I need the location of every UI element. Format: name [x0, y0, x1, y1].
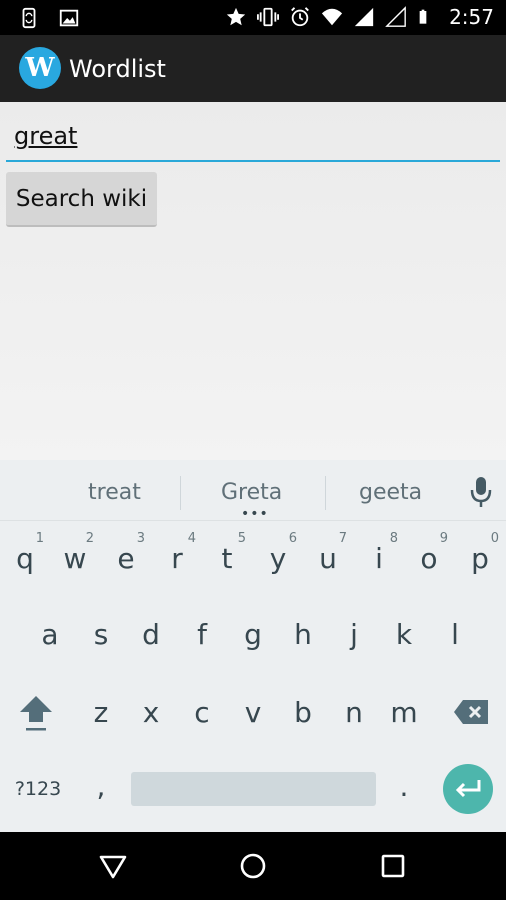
key-hint: 3 — [136, 531, 145, 546]
suggestion-strip: treat Greta ••• geeta — [0, 460, 506, 521]
vibrate-icon — [257, 7, 280, 27]
alarm-icon — [291, 7, 309, 27]
suggestion-divider — [180, 476, 181, 510]
wifi-icon — [321, 8, 343, 26]
battery-icon — [419, 9, 427, 24]
suggestion-3[interactable]: geeta — [359, 480, 422, 505]
key-x[interactable]: x — [126, 676, 176, 748]
navigation-bar — [0, 832, 506, 900]
key-p[interactable]: 0p — [455, 522, 505, 594]
key-e[interactable]: 3e — [101, 522, 151, 594]
key-a[interactable]: a — [25, 598, 75, 670]
key-period[interactable]: . — [379, 756, 429, 816]
phone-sync-icon — [22, 7, 36, 29]
search-input-value: great — [14, 122, 78, 150]
home-icon[interactable] — [237, 850, 269, 882]
key-m[interactable]: m — [379, 676, 429, 748]
key-k[interactable]: k — [379, 598, 429, 670]
suggestion-1[interactable]: treat — [88, 480, 141, 505]
status-time: 2:57 — [449, 5, 494, 29]
suggestion-2[interactable]: Greta — [221, 480, 282, 505]
soft-keyboard: treat Greta ••• geeta 1q 2w 3e 4r 5t 6y … — [0, 460, 506, 832]
key-f[interactable]: f — [177, 598, 227, 670]
key-b[interactable]: b — [278, 676, 328, 748]
key-s[interactable]: s — [76, 598, 126, 670]
key-g[interactable]: g — [228, 598, 278, 670]
key-hint: 1 — [35, 531, 44, 546]
app-logo-letter: W — [25, 53, 55, 83]
key-hint: 0 — [490, 531, 499, 546]
shift-icon — [20, 696, 52, 731]
key-label: w — [63, 541, 87, 575]
shift-key[interactable] — [10, 676, 62, 748]
app-title: Wordlist — [69, 55, 166, 83]
key-i[interactable]: 8i — [354, 522, 404, 594]
key-comma[interactable]: , — [76, 756, 126, 816]
key-hint: 2 — [85, 531, 94, 546]
space-bar[interactable] — [131, 772, 376, 806]
key-d[interactable]: d — [126, 598, 176, 670]
key-n[interactable]: n — [329, 676, 379, 748]
key-t[interactable]: 5t — [202, 522, 252, 594]
key-hint: 7 — [338, 531, 347, 546]
image-icon — [59, 9, 79, 27]
key-label: p — [471, 541, 489, 575]
key-label: u — [319, 541, 337, 575]
enter-icon — [455, 780, 481, 798]
status-bar: 2:57 — [0, 0, 506, 35]
back-icon[interactable] — [97, 850, 129, 882]
key-y[interactable]: 6y — [253, 522, 303, 594]
key-label: q — [16, 541, 34, 575]
app-logo: W — [19, 47, 61, 89]
suggestion-divider — [325, 476, 326, 510]
more-suggestions-icon[interactable]: ••• — [241, 507, 269, 521]
key-z[interactable]: z — [76, 676, 126, 748]
key-h[interactable]: h — [278, 598, 328, 670]
symbols-key[interactable]: ?123 — [6, 770, 70, 808]
main-content: great Search wiki — [0, 102, 506, 460]
key-hint: 6 — [288, 531, 297, 546]
key-j[interactable]: j — [329, 598, 379, 670]
key-c[interactable]: c — [177, 676, 227, 748]
star-icon — [226, 7, 246, 26]
recents-icon[interactable] — [377, 850, 409, 882]
key-v[interactable]: v — [228, 676, 278, 748]
app-bar: W Wordlist — [0, 35, 506, 102]
key-label: t — [221, 541, 233, 575]
key-label: o — [420, 541, 438, 575]
backspace-key[interactable] — [444, 676, 498, 748]
key-label: y — [269, 541, 287, 575]
key-u[interactable]: 7u — [303, 522, 353, 594]
key-hint: 9 — [439, 531, 448, 546]
key-label: i — [375, 541, 383, 575]
key-q[interactable]: 1q — [0, 522, 50, 594]
search-input[interactable]: great — [6, 118, 500, 162]
key-r[interactable]: 4r — [152, 522, 202, 594]
key-hint: 4 — [187, 531, 196, 546]
key-o[interactable]: 9o — [404, 522, 454, 594]
backspace-icon — [454, 700, 488, 724]
cell-signal-icon — [354, 7, 374, 27]
key-l[interactable]: l — [430, 598, 480, 670]
key-w[interactable]: 2w — [50, 522, 100, 594]
search-wiki-button[interactable]: Search wiki — [6, 172, 157, 227]
microphone-icon[interactable] — [469, 475, 493, 509]
key-label: e — [117, 541, 135, 575]
cell-signal-empty-icon — [385, 6, 406, 27]
enter-key[interactable] — [443, 764, 493, 814]
key-hint: 5 — [237, 531, 246, 546]
key-label: r — [171, 541, 183, 575]
key-hint: 8 — [389, 531, 398, 546]
